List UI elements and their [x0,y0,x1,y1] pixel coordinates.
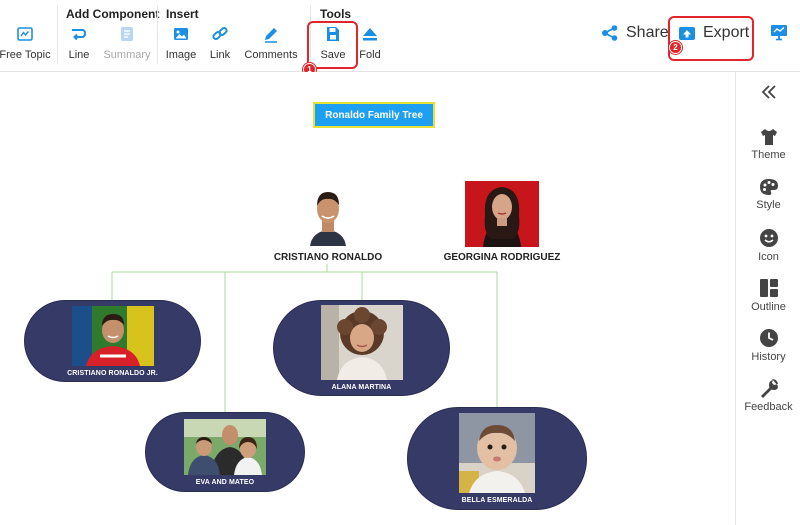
insert-group-title: Insert [166,7,199,21]
sidebar-item-feedback[interactable]: Feedback [736,378,800,413]
sidebar-item-theme-label: Theme [751,149,786,161]
smiley-icon [759,228,779,248]
child-name-cristiano-jr: CRISTIANO RONALDO JR. [67,369,158,377]
mind-map-canvas[interactable]: Ronaldo Family Tree CRISTIANO RONALDO GE… [0,72,735,525]
comments-label: Comments [244,49,298,61]
summary-icon [117,24,137,44]
pencil-icon [261,24,281,44]
summary-label: Summary [103,49,151,61]
outline-layout-icon [759,278,779,298]
sidebar-item-outline[interactable]: Outline [736,278,800,313]
central-topic-label: Ronaldo Family Tree [325,109,423,121]
comments-button[interactable]: Comments [243,24,299,61]
share-button[interactable]: Share [601,24,669,42]
mother-name: GEORGINA RODRIGUEZ [443,252,561,263]
tools-group-title: Tools [320,7,352,21]
share-icon [601,24,619,42]
double-chevron-left-icon [760,84,778,100]
clock-icon [759,328,779,348]
sidebar-item-history-label: History [751,351,786,363]
wrench-icon [759,378,779,398]
sidebar-item-icon-label: Icon [758,251,779,263]
sidebar-item-history[interactable]: History [736,328,800,363]
fold-label: Fold [359,49,381,61]
link-button[interactable]: Link [207,24,233,61]
free-topic-icon [15,24,35,44]
toolbar-separator [57,6,58,64]
image-label: Image [165,49,197,61]
toolbar-separator [157,6,158,64]
child-node-alana[interactable]: ALANA MARTINA [273,300,450,396]
line-button[interactable]: Line [66,24,92,61]
mother-node[interactable]: GEORGINA RODRIGUEZ [438,181,566,263]
line-icon [69,24,89,44]
line-label: Line [68,49,90,61]
child-photo-eva-mateo [184,418,266,475]
child-node-eva-mateo[interactable]: EVA AND MATEO [145,412,305,492]
sidebar-item-theme[interactable]: Theme [736,128,800,161]
connector-lines [111,264,498,412]
sidebar-item-feedback-label: Feedback [744,401,793,413]
father-name: CRISTIANO RONALDO [273,252,383,263]
export-highlight-box [668,16,754,61]
central-topic-node[interactable]: Ronaldo Family Tree [313,102,435,128]
mother-photo [465,181,539,247]
child-photo-bella [459,413,535,493]
child-name-eva-mateo: EVA AND MATEO [195,478,255,486]
summary-button[interactable]: Summary [103,24,151,61]
right-sidebar: Theme Style Icon Outline History Feedbac… [735,72,800,525]
link-icon [210,24,230,44]
toolbar: Free Topic Add Component Line Summary In… [0,0,800,76]
image-button[interactable]: Image [165,24,197,61]
father-node[interactable]: CRISTIANO RONALDO [272,186,384,263]
child-photo-cristiano-jr [71,305,154,366]
child-photo-alana [320,305,403,380]
child-node-bella[interactable]: BELLA ESMERALDA [407,407,587,510]
present-button[interactable] [767,22,791,47]
sidebar-item-style-label: Style [756,199,781,211]
father-photo [306,186,350,246]
share-label: Share [626,24,669,41]
tshirt-icon [759,128,779,146]
link-label: Link [209,49,231,61]
save-highlight-box [307,21,358,69]
sidebar-item-outline-label: Outline [751,301,786,313]
eject-icon [360,24,380,44]
child-name-bella: BELLA ESMERALDA [461,497,533,504]
free-topic-label: Free Topic [0,49,51,61]
image-icon [171,24,191,44]
step-2-badge: 2 [669,41,682,54]
sidebar-item-style[interactable]: Style [736,178,800,211]
fold-button[interactable]: Fold [357,24,383,61]
child-name-alana: ALANA MARTINA [331,384,392,391]
sidebar-item-icon[interactable]: Icon [736,228,800,263]
child-node-cristiano-jr[interactable]: CRISTIANO RONALDO JR. [24,300,201,382]
presentation-icon [769,22,789,42]
add-component-group-title: Add Component [66,7,160,21]
palette-icon [759,178,779,196]
collapse-sidebar-button[interactable] [736,84,800,100]
free-topic-button[interactable]: Free Topic [0,24,51,61]
